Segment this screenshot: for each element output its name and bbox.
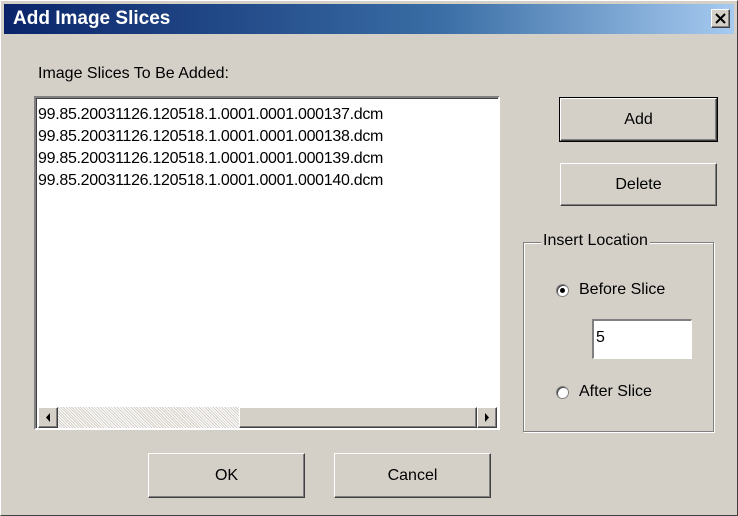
- slice-list: 99.85.20031126.120518.1.0001.0001.000137…: [37, 104, 383, 192]
- window-title: Add Image Slices: [13, 8, 171, 29]
- scroll-right-button[interactable]: [477, 407, 497, 428]
- delete-button[interactable]: Delete: [560, 163, 717, 206]
- list-item[interactable]: 99.85.20031126.120518.1.0001.0001.000137…: [37, 104, 383, 126]
- arrow-right-icon: [485, 413, 489, 422]
- scroll-left-button[interactable]: [38, 407, 58, 428]
- close-icon: [715, 13, 726, 24]
- horizontal-scrollbar[interactable]: [38, 407, 497, 428]
- insert-location-legend: Insert Location: [541, 232, 650, 250]
- list-item[interactable]: 99.85.20031126.120518.1.0001.0001.000138…: [37, 126, 383, 148]
- radio-selected-dot: [560, 288, 565, 293]
- close-button[interactable]: [711, 9, 730, 28]
- before-slice-radio[interactable]: [556, 284, 569, 297]
- cancel-button[interactable]: Cancel: [334, 453, 491, 498]
- list-label: Image Slices To Be Added:: [38, 65, 229, 82]
- scrollbar-thumb[interactable]: [239, 407, 477, 428]
- image-slices-listbox[interactable]: 99.85.20031126.120518.1.0001.0001.000137…: [34, 96, 500, 430]
- add-image-slices-dialog: Add Image Slices Image Slices To Be Adde…: [0, 0, 738, 516]
- before-slice-label[interactable]: Before Slice: [579, 281, 665, 299]
- title-bar[interactable]: Add Image Slices: [4, 4, 734, 34]
- slice-number-input[interactable]: 5: [592, 319, 692, 359]
- list-item[interactable]: 99.85.20031126.120518.1.0001.0001.000139…: [37, 148, 383, 170]
- list-item[interactable]: 99.85.20031126.120518.1.0001.0001.000140…: [37, 170, 383, 192]
- arrow-left-icon: [46, 413, 50, 422]
- after-slice-label[interactable]: After Slice: [579, 383, 652, 401]
- ok-button[interactable]: OK: [148, 453, 305, 498]
- add-button[interactable]: Add: [559, 97, 718, 142]
- after-slice-radio[interactable]: [556, 386, 569, 399]
